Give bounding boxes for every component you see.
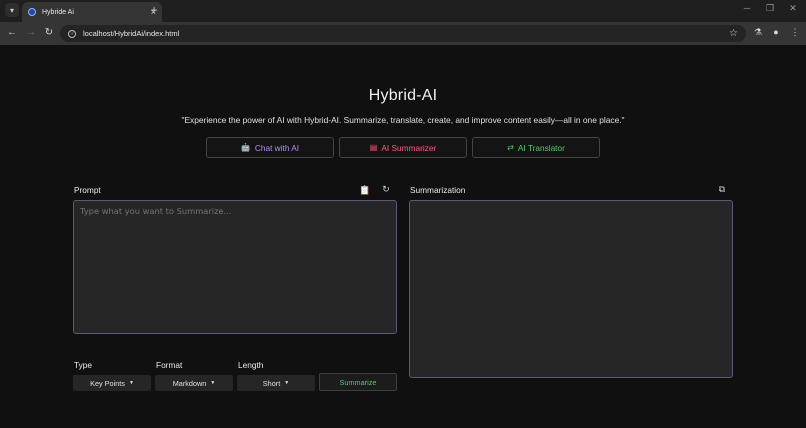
minimize-button[interactable]: ─ xyxy=(740,3,754,13)
back-icon[interactable]: ← xyxy=(5,26,19,40)
chevron-down-icon: ▼ xyxy=(284,380,290,386)
browser-tab[interactable]: Hybride Ai × xyxy=(22,2,162,22)
summarize-button[interactable]: Summarize xyxy=(319,373,397,391)
browser-tab-strip: ▾ Hybride Ai × + ─ ❐ ✕ xyxy=(0,0,806,22)
type-select[interactable]: Key Points ▼ xyxy=(73,375,151,391)
chat-with-ai-button[interactable]: 🤖 Chat with AI xyxy=(206,137,334,158)
translate-icon: ⇄ xyxy=(507,143,514,152)
length-select[interactable]: Short ▼ xyxy=(237,375,315,391)
page-title: Hybrid-AI xyxy=(368,87,438,104)
format-select-value: Markdown xyxy=(172,378,207,388)
tab-title: Hybride Ai xyxy=(42,8,74,16)
tab-search-icon[interactable]: ▾ xyxy=(5,3,19,17)
new-tab-button[interactable]: + xyxy=(148,3,160,17)
ai-summarizer-button[interactable]: ▤ AI Summarizer xyxy=(339,137,467,158)
address-bar[interactable]: i localhost/HybridAi/index.html ☆ xyxy=(60,25,746,42)
summarization-output[interactable] xyxy=(409,200,733,378)
favicon-icon xyxy=(28,8,36,16)
length-select-value: Short xyxy=(262,378,281,388)
url-text[interactable]: localhost/HybridAi/index.html xyxy=(83,29,729,38)
summarization-label: Summarization xyxy=(410,185,466,195)
page-tagline: "Experience the power of AI with Hybrid-… xyxy=(181,115,625,125)
format-label: Format xyxy=(156,360,183,370)
chevron-down-icon: ▼ xyxy=(128,380,134,386)
chat-with-ai-label: Chat with AI xyxy=(254,142,300,153)
type-label: Type xyxy=(74,360,92,370)
prompt-textarea[interactable] xyxy=(73,200,397,334)
labs-icon[interactable]: ⚗ xyxy=(751,27,765,38)
document-icon: ▤ xyxy=(369,143,378,152)
length-label: Length xyxy=(238,360,264,370)
window-close-button[interactable]: ✕ xyxy=(786,3,800,14)
site-info-icon[interactable]: i xyxy=(68,29,76,38)
bookmark-star-icon[interactable]: ☆ xyxy=(729,28,738,39)
feature-nav: 🤖 Chat with AI ▤ AI Summarizer ⇄ AI Tran… xyxy=(206,137,600,158)
page-content: Hybrid-AI "Experience the power of AI wi… xyxy=(0,45,806,428)
reset-icon[interactable]: ↻ xyxy=(380,184,392,194)
ai-translator-label: AI Translator xyxy=(517,142,565,153)
ai-translator-button[interactable]: ⇄ AI Translator xyxy=(472,137,600,158)
restore-button[interactable]: ❐ xyxy=(763,3,777,14)
browser-toolbar: ← → ↻ i localhost/HybridAi/index.html ☆ … xyxy=(0,22,806,45)
format-select[interactable]: Markdown ▼ xyxy=(155,375,233,391)
robot-icon: 🤖 xyxy=(240,143,251,152)
ai-summarizer-label: AI Summarizer xyxy=(381,142,437,153)
prompt-label: Prompt xyxy=(74,185,101,195)
reload-icon[interactable]: ↻ xyxy=(42,26,56,40)
copy-icon[interactable]: ⧉ xyxy=(716,184,728,194)
chevron-down-icon: ▼ xyxy=(210,380,216,386)
paste-icon[interactable]: 📋 xyxy=(359,185,371,195)
menu-icon[interactable]: ⋮ xyxy=(788,27,802,38)
forward-icon[interactable]: → xyxy=(24,26,38,40)
profile-icon[interactable]: ● xyxy=(769,27,783,37)
type-select-value: Key Points xyxy=(90,378,125,388)
